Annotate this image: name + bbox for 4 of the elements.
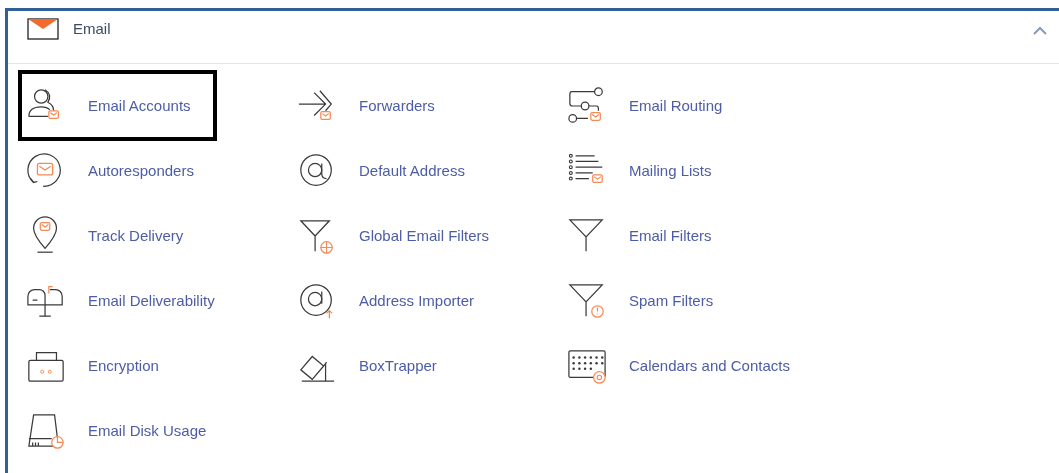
collapse-chevron-icon[interactable] <box>1033 26 1047 35</box>
email-tool-link[interactable]: Email Accounts <box>18 70 217 141</box>
envelope-icon <box>27 18 59 40</box>
section-title: Email <box>73 20 111 37</box>
